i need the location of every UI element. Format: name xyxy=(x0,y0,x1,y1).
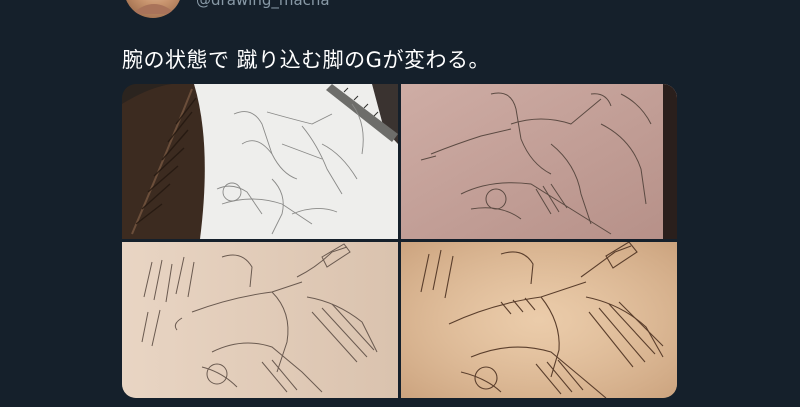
photo-1[interactable] xyxy=(122,84,398,239)
tweet-text: 腕の状態で 蹴り込む脚のGが変わる。 xyxy=(122,48,490,72)
photo-3[interactable] xyxy=(122,242,398,398)
photo-4[interactable] xyxy=(401,242,677,398)
avatar[interactable] xyxy=(124,0,182,18)
user-handle[interactable]: @drawing_macha xyxy=(196,0,330,9)
media-grid xyxy=(122,84,677,398)
photo-2[interactable] xyxy=(401,84,677,239)
